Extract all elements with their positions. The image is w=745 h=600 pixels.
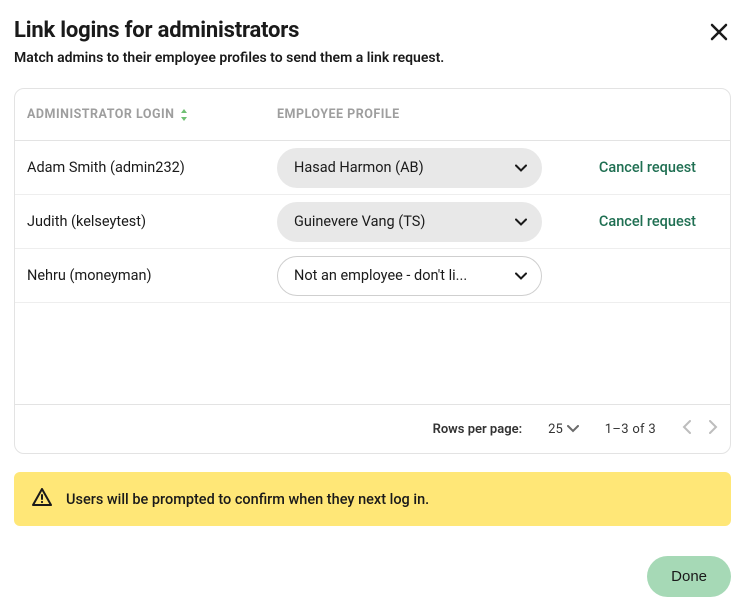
employee-profile-select[interactable]: Hasad Harmon (AB) (277, 148, 542, 188)
column-header-employee-profile[interactable]: EMPLOYEE PROFILE (277, 107, 557, 122)
rows-per-page-label: Rows per page: (433, 422, 523, 437)
admin-login-cell: Judith (kelseytest) (27, 213, 277, 230)
next-page-button[interactable] (709, 420, 718, 438)
employee-profile-select[interactable]: Guinevere Vang (TS) (277, 202, 542, 242)
link-logins-table: ADMINISTRATOR LOGIN EMPLOYEE PROFILE Ada… (14, 88, 731, 454)
admin-login-cell: Adam Smith (admin232) (27, 159, 277, 176)
employee-profile-value: Hasad Harmon (AB) (294, 159, 424, 176)
sort-icon (179, 108, 189, 122)
table-row: Adam Smith (admin232) Hasad Harmon (AB) … (15, 141, 730, 195)
warning-text: Users will be prompted to confirm when t… (66, 491, 429, 508)
prev-page-button[interactable] (682, 420, 691, 438)
employee-profile-select[interactable]: Not an employee - don't li... (277, 256, 542, 296)
chevron-right-icon (709, 420, 718, 434)
column-header-admin-login-label: ADMINISTRATOR LOGIN (27, 107, 175, 122)
table-row: Judith (kelseytest) Guinevere Vang (TS) … (15, 195, 730, 249)
done-button[interactable]: Done (647, 556, 731, 597)
close-button[interactable] (707, 20, 731, 44)
table-header: ADMINISTRATOR LOGIN EMPLOYEE PROFILE (15, 89, 730, 141)
rows-per-page-select[interactable]: 25 (548, 422, 579, 437)
cancel-request-link[interactable]: Cancel request (599, 213, 696, 230)
chevron-left-icon (682, 420, 691, 434)
rows-per-page-value: 25 (548, 422, 563, 437)
cancel-request-link[interactable]: Cancel request (599, 159, 696, 176)
footer: Done (14, 556, 731, 597)
chevron-down-icon (567, 425, 579, 433)
admin-login-cell: Nehru (moneyman) (27, 267, 277, 284)
page-subtitle: Match admins to their employee profiles … (14, 50, 731, 66)
close-icon (710, 23, 728, 41)
column-header-admin-login[interactable]: ADMINISTRATOR LOGIN (27, 107, 277, 122)
warning-banner: Users will be prompted to confirm when t… (14, 472, 731, 526)
table-pagination: Rows per page: 25 1–3 of 3 (15, 405, 730, 453)
employee-profile-value: Guinevere Vang (TS) (294, 213, 425, 230)
table-empty-space (15, 303, 730, 405)
chevron-down-icon (515, 213, 527, 230)
pagination-range: 1–3 of 3 (605, 422, 656, 437)
employee-profile-value: Not an employee - don't li... (294, 267, 467, 284)
warning-icon (32, 488, 52, 510)
chevron-down-icon (515, 159, 527, 176)
page-title: Link logins for administrators (14, 18, 299, 43)
chevron-down-icon (515, 267, 527, 284)
table-row: Nehru (moneyman) Not an employee - don't… (15, 249, 730, 303)
